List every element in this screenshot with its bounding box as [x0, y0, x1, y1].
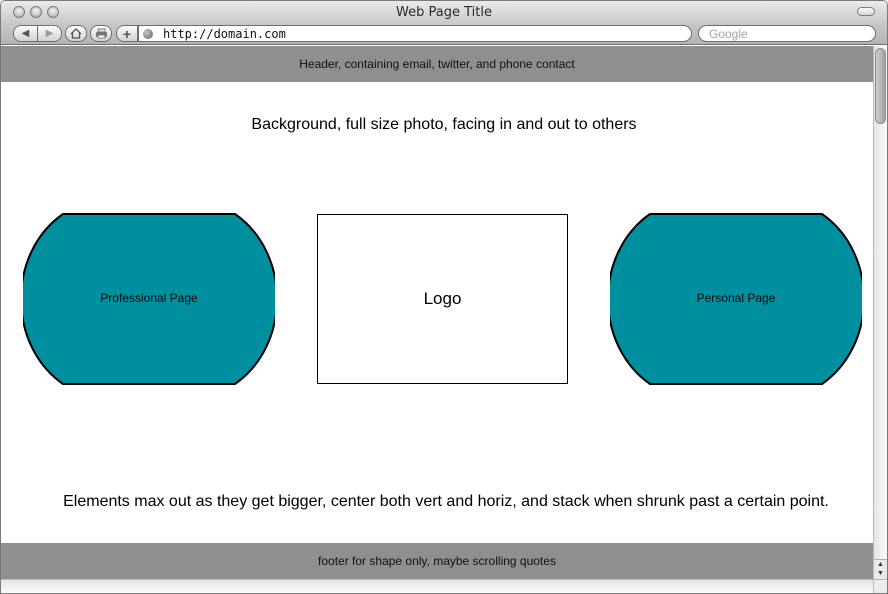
header-text: Header, containing email, twitter, and p…: [299, 57, 575, 71]
browser-window: Web Page Title ◀ ▶ + http://domain.com G…: [0, 0, 888, 594]
home-icon: [70, 28, 82, 39]
search-field[interactable]: Google: [698, 25, 876, 42]
personal-page-button[interactable]: Personal Page: [610, 213, 862, 385]
url-text[interactable]: http://domain.com: [163, 27, 286, 41]
resize-grip-icon[interactable]: [873, 579, 887, 593]
page-footer: footer for shape only, maybe scrolling q…: [1, 543, 873, 579]
browser-toolbar: ◀ ▶ + http://domain.com Google: [1, 23, 887, 45]
site-icon: [143, 29, 153, 39]
vertical-scrollbar[interactable]: ▲ ▼: [873, 46, 887, 579]
logo-placeholder: Logo: [317, 214, 568, 384]
forward-arrow-icon: ▶: [45, 28, 54, 39]
personal-page-label: Personal Page: [696, 291, 776, 305]
background-note: Background, full size photo, facing in a…: [251, 116, 637, 133]
horizontal-scrollbar[interactable]: [1, 579, 873, 593]
window-title: Web Page Title: [396, 5, 492, 20]
search-placeholder: Google: [709, 27, 748, 41]
scroll-arrows[interactable]: ▲ ▼: [874, 559, 887, 579]
address-bar[interactable]: http://domain.com: [138, 25, 692, 42]
page-header: Header, containing email, twitter, and p…: [1, 46, 873, 82]
toolbar-toggle-button[interactable]: [857, 7, 875, 16]
print-icon: [95, 28, 107, 39]
forward-button[interactable]: ▶: [37, 25, 62, 42]
home-button[interactable]: [65, 25, 87, 42]
back-arrow-icon: ◀: [21, 28, 30, 39]
vertical-scroll-thumb[interactable]: [875, 48, 886, 124]
logo-label: Logo: [423, 289, 462, 308]
page-viewport: Header, containing email, twitter, and p…: [1, 46, 873, 579]
print-button[interactable]: [90, 25, 112, 42]
back-button[interactable]: ◀: [13, 25, 38, 42]
title-bar: Web Page Title: [1, 1, 887, 23]
footer-text: footer for shape only, maybe scrolling q…: [318, 554, 556, 568]
professional-page-button[interactable]: Professional Page: [23, 213, 275, 385]
elements-note: Elements max out as they get bigger, cen…: [63, 493, 829, 510]
plus-icon: +: [122, 25, 132, 42]
add-bookmark-button[interactable]: +: [116, 25, 138, 42]
professional-page-label: Professional Page: [100, 291, 198, 305]
